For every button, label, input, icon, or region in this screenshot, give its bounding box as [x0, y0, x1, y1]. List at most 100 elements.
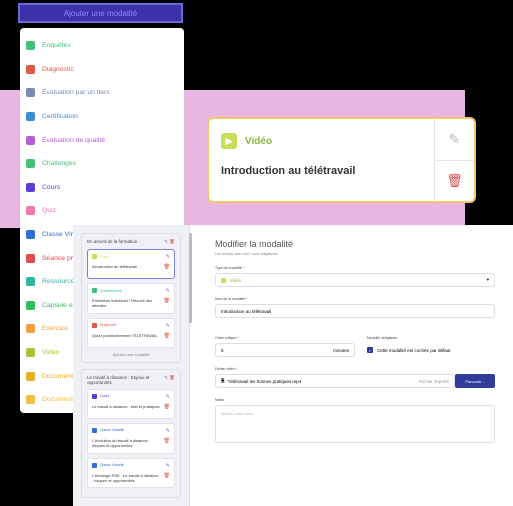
modality-type-icon [26, 88, 35, 98]
modality-type-icon [26, 277, 35, 287]
modality-card[interactable]: Cours Le travail à distance : état et pra… [87, 388, 175, 419]
menu-item[interactable]: Enquêtes [20, 34, 184, 58]
modality-type: Cours [100, 394, 110, 399]
file-label: Fichier vidéo * [215, 367, 238, 371]
menu-item-label: Quiz [42, 207, 56, 215]
modality-type: Classe Virtuelle [100, 463, 125, 468]
section-actions[interactable]: ✎ 🗑 [164, 239, 175, 245]
menu-item-label: Évaluation de qualité [42, 136, 106, 144]
menu-item-label: Enquêtes [42, 42, 71, 50]
notes-label: Notes [215, 398, 225, 402]
modality-title: Quizz positionnement TÉLÉTRAVAIL [92, 332, 158, 338]
file-value: Télétravail les bonnes pratiques.mp4 [227, 378, 302, 384]
video-card-title: Introduction au télétravail [221, 165, 356, 177]
modality-type-icon [26, 112, 35, 122]
pencil-icon[interactable]: ✎ [166, 463, 170, 469]
menu-item-label: Cours [42, 183, 61, 191]
menu-item[interactable]: Évaluation par un tiers [20, 81, 184, 105]
browse-button[interactable]: Parcourir... [455, 374, 495, 388]
video-tag: ▶ Vidéo [221, 133, 422, 149]
menu-item[interactable]: Quiz [20, 199, 184, 223]
modality-type-icon [26, 300, 35, 310]
trash-icon[interactable]: 🗑 [164, 438, 170, 444]
pencil-icon[interactable]: ✎ [166, 394, 170, 400]
type-select[interactable]: Vidéo ▾ [215, 273, 495, 287]
modality-title: Le travail à distance : état et pratique… [92, 403, 160, 409]
section-title: En amont de la formation [87, 239, 138, 244]
modality-card[interactable]: Vidéo Introduction au télétravail ✎ 🗑 [87, 249, 175, 279]
menu-item[interactable]: Cours [20, 176, 184, 200]
modality-card[interactable]: Diagnostic Quizz positionnement TÉLÉTRAVA… [87, 317, 175, 348]
section-before-training: En amont de la formation ✎ 🗑 Vidéo Introdu… [81, 233, 181, 363]
modality-type-icon [26, 371, 35, 381]
scrollbar[interactable] [189, 233, 192, 323]
delete-button[interactable]: 🗑 [435, 161, 474, 202]
modality-type-icon [26, 135, 35, 145]
modality-card[interactable]: Classe Virtuelle L'échange RSE : Le trava… [87, 457, 175, 489]
order-label: Ordre critique * [215, 336, 239, 340]
trash-icon[interactable]: 🗑 [164, 333, 170, 339]
form-title: Modifier la modalité [215, 239, 294, 249]
modality-type-icon [26, 41, 35, 51]
modality-type-icon [26, 395, 35, 405]
menu-item[interactable]: Diagnostic [20, 58, 184, 82]
chevron-down-icon: ▾ [486, 277, 489, 282]
pencil-icon[interactable]: ✎ [166, 323, 170, 329]
trash-icon[interactable]: 🗑 [164, 473, 170, 479]
add-modality-button[interactable]: Ajouter une modalité [18, 3, 183, 23]
modality-type-icon [26, 182, 35, 192]
modality-type: Questionnaire [100, 288, 122, 293]
order-unit: minutes [333, 347, 349, 353]
modality-title: Entretiens individuel / Recueil des atte… [92, 298, 153, 309]
modality-card[interactable]: Questionnaire Entretiens individuel / Rec… [87, 283, 175, 314]
add-modality-link[interactable]: Ajouter une modalité [87, 352, 175, 357]
trash-icon: 🗑 [446, 172, 463, 188]
notes-textarea[interactable]: Ajouter votre texte [215, 405, 495, 443]
menu-item[interactable]: Évaluation de qualité [20, 128, 184, 152]
menu-item-label: Certification [42, 113, 78, 121]
order-value: 5 [221, 347, 224, 353]
module-column: En amont de la formation ✎ 🗑 Vidéo Introdu… [73, 225, 190, 506]
modality-icon [92, 462, 97, 468]
modality-icon [92, 393, 97, 399]
modality-title: L'échange RSE : Le travail à distance : … [92, 472, 159, 484]
video-tag-label: Vidéo [245, 135, 273, 147]
order-input[interactable]: 5 minutes [215, 343, 355, 357]
menu-item[interactable]: Challenges [20, 152, 184, 176]
section-title: Le travail à distance : Enjeux et opport… [87, 374, 150, 385]
mandatory-checkbox[interactable]: ✓ [367, 347, 373, 353]
menu-item-label: Challenges [42, 160, 77, 168]
file-icon: 🗎 [221, 378, 225, 383]
modality-type: Classe Virtuelle [100, 428, 125, 433]
menu-item-label: Diagnostic [42, 65, 74, 73]
modality-type-icon [26, 159, 35, 169]
modality-type-icon [26, 324, 35, 334]
edit-button[interactable]: ✎ [435, 119, 474, 161]
trash-icon[interactable]: 🗑 [164, 264, 170, 270]
trash-icon[interactable]: 🗑 [164, 298, 170, 304]
trash-icon[interactable]: 🗑 [164, 404, 170, 410]
menu-item-label: Vidéo [42, 349, 60, 357]
pencil-icon[interactable]: ✎ [166, 254, 170, 260]
menu-item-label: Exercice [42, 325, 69, 333]
modality-icon [92, 254, 97, 259]
name-input[interactable]: Introduction au télétravail [215, 304, 495, 318]
name-label: Nom de la modalité * [215, 297, 248, 301]
modality-title: Introduction au télétravail [92, 264, 137, 269]
modality-type: Diagnostic [100, 323, 117, 328]
modality-type-icon [26, 253, 35, 263]
video-card: ▶ Vidéo Introduction au télétravail ✎ 🗑 [207, 117, 476, 203]
editor-panel: En amont de la formation ✎ 🗑 Vidéo Introdu… [73, 225, 513, 506]
file-note: Fichier importé [419, 378, 449, 384]
section-remote-work: Le travail à distance : Enjeux et opport… [81, 368, 181, 499]
section-actions[interactable]: ✎ 🗑 [164, 375, 175, 385]
file-input[interactable]: 🗎 Télétravail les bonnes pratiques.mp4 Fic… [215, 374, 455, 388]
menu-item[interactable]: Certification [20, 105, 184, 129]
pencil-icon[interactable]: ✎ [166, 288, 170, 294]
modality-card[interactable]: Classe Virtuelle L'évolution du travail à… [87, 422, 175, 454]
pencil-icon: ✎ [448, 130, 461, 147]
modality-icon [92, 322, 97, 328]
video-type-icon [221, 277, 226, 283]
pencil-icon[interactable]: ✎ [166, 428, 170, 434]
play-icon: ▶ [221, 133, 237, 149]
